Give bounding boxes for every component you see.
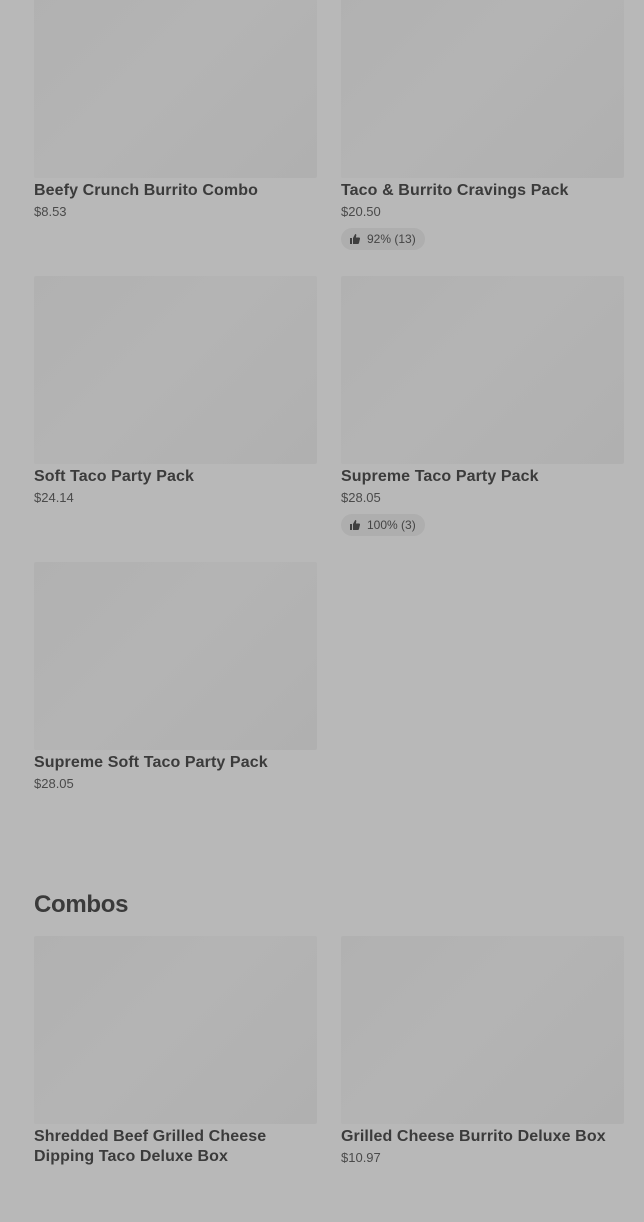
rating-badge: 100% (3)	[341, 514, 425, 536]
item-title[interactable]: Taco & Burrito Cravings Pack	[341, 181, 624, 201]
menu-item-card[interactable]: Soft Taco Party Pack $24.14	[34, 276, 317, 562]
item-price: $28.05	[341, 490, 381, 505]
menu-items-grid: Beefy Crunch Burrito Combo $8.53 Taco & …	[34, 0, 624, 848]
item-price: $8.53	[34, 204, 67, 219]
menu-item-card[interactable]: Supreme Taco Party Pack $28.05 100% (3)	[341, 276, 624, 562]
item-image[interactable]	[341, 936, 624, 1124]
item-title[interactable]: Supreme Soft Taco Party Pack	[34, 753, 317, 773]
thumbs-up-icon	[349, 233, 361, 245]
item-price: $24.14	[34, 490, 74, 505]
item-title[interactable]: Shredded Beef Grilled Cheese Dipping Tac…	[34, 1127, 299, 1167]
item-title[interactable]: Soft Taco Party Pack	[34, 467, 317, 487]
menu-item-card[interactable]: Taco & Burrito Cravings Pack $20.50 92% …	[341, 0, 624, 276]
item-price: $10.97	[341, 1150, 381, 1165]
item-image[interactable]	[34, 0, 317, 178]
combo-card[interactable]: Shredded Beef Grilled Cheese Dipping Tac…	[34, 936, 317, 1222]
menu-item-card[interactable]: Beefy Crunch Burrito Combo $8.53	[34, 0, 317, 276]
item-title[interactable]: Beefy Crunch Burrito Combo	[34, 181, 317, 201]
menu-page: Beefy Crunch Burrito Combo $8.53 Taco & …	[34, 0, 624, 1222]
rating-text: 100% (3)	[367, 518, 416, 532]
combos-grid: Shredded Beef Grilled Cheese Dipping Tac…	[34, 936, 624, 1222]
item-price: $20.50	[341, 204, 381, 219]
menu-item-card[interactable]: Supreme Soft Taco Party Pack $28.05	[34, 562, 317, 848]
item-title[interactable]: Supreme Taco Party Pack	[341, 467, 624, 487]
item-image[interactable]	[34, 276, 317, 464]
section-title-combos: Combos	[34, 891, 129, 918]
item-title[interactable]: Grilled Cheese Burrito Deluxe Box	[341, 1127, 606, 1147]
item-image[interactable]	[34, 562, 317, 750]
rating-text: 92% (13)	[367, 232, 416, 246]
rating-badge: 92% (13)	[341, 228, 425, 250]
item-image[interactable]	[341, 0, 624, 178]
item-image[interactable]	[341, 276, 624, 464]
combo-card[interactable]: Grilled Cheese Burrito Deluxe Box $10.97	[341, 936, 624, 1222]
item-price: $28.05	[34, 776, 74, 791]
empty-grid-slot	[341, 562, 624, 848]
thumbs-up-icon	[349, 519, 361, 531]
item-image[interactable]	[34, 936, 317, 1124]
